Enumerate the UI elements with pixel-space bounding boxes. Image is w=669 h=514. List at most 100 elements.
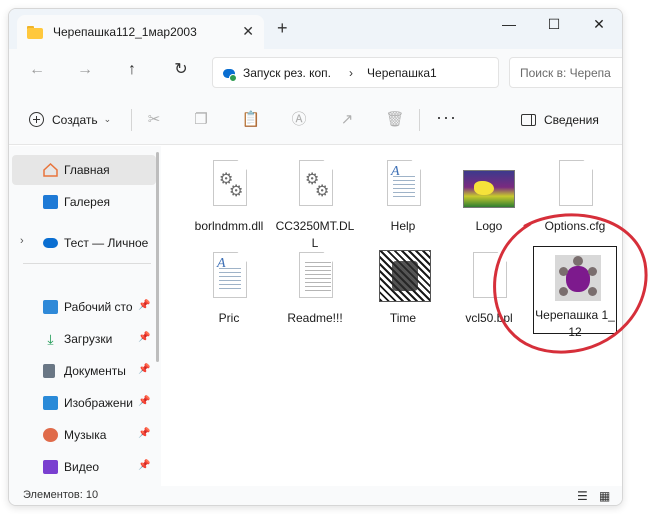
music-icon [43,428,58,442]
title-bar: Черепашка112_1мар2003 ✕ + — ☐ ✕ [9,9,622,49]
image-thumbnail-icon [459,158,519,216]
details-view-icon[interactable]: ☰ [577,489,588,503]
pin-icon: 📌 [138,332,151,343]
pin-icon: 📌 [138,364,151,375]
expand-chevron-icon[interactable]: › [20,235,24,247]
create-button[interactable]: Создать ⌄ [29,112,111,127]
command-bar: Создать ⌄ ✂ ❐ 📋 Ⓐ ↗ 🗑 ··· Сведения [9,95,622,145]
gallery-icon [43,195,58,209]
divider [131,109,132,131]
home-icon [43,162,58,177]
sidebar-item-pictures[interactable]: Изображени 📌 [12,388,156,418]
file-item[interactable]: Time [361,250,445,327]
navigation-pane: Главная Галерея › Тест — Личное Рабочий … [9,146,161,486]
sidebar-item-label: Рабочий сто [64,300,133,314]
file-name: CC3250MT.DLL [275,219,355,250]
file-name: Options.cfg [544,219,606,233]
dll-file-icon: ⚙ ⚙ [285,158,345,216]
breadcrumb-root[interactable]: Запуск рез. коп. [243,66,331,80]
sidebar-item-label: Загрузки [64,332,113,346]
tiles-view-icon[interactable]: ▦ [599,489,610,503]
address-bar[interactable]: Запуск рез. коп. › Черепашка1 [212,57,499,88]
turtle-app-icon [545,247,605,305]
status-bar: Элементов: 10 ☰ ▦ [9,486,622,505]
breadcrumb-current[interactable]: Черепашка1 [367,66,437,80]
chevron-down-icon: ⌄ [103,114,112,124]
file-name: Черепашка 1_12 [535,308,615,339]
sidebar-item-gallery[interactable]: Галерея [12,187,156,217]
file-item[interactable]: ⚙ ⚙ borlndmm.dll [187,158,271,235]
pin-icon: 📌 [138,396,151,407]
breadcrumb-separator-icon[interactable]: › [349,66,353,80]
plus-icon [29,112,44,127]
sidebar-item-home[interactable]: Главная [12,155,156,185]
text-file-icon [285,250,345,308]
file-name: Time [389,311,417,325]
sidebar-item-label: Галерея [64,195,111,209]
video-icon [43,460,58,474]
copy-icon[interactable]: ❐ [191,111,211,128]
refresh-button[interactable]: ↻ [171,61,191,79]
minimize-button[interactable]: — [494,16,524,32]
create-label: Создать [52,112,98,127]
file-name: vcl50.bpl [465,311,513,325]
back-button[interactable]: ← [27,61,47,79]
file-item[interactable]: A Pric [187,250,271,327]
file-item[interactable]: ⚙ ⚙ CC3250MT.DLL [273,158,357,252]
pin-icon: 📌 [138,300,151,311]
divider [419,109,420,131]
file-item[interactable]: Options.cfg [533,158,617,235]
share-icon[interactable]: ↗ [337,111,357,128]
details-button[interactable]: Сведения [521,113,599,127]
desktop-icon [43,300,58,314]
delete-icon[interactable]: 🗑 [385,111,405,128]
file-name: Readme!!! [287,311,343,325]
sidebar-item-label: Документы [64,364,126,378]
tab-title: Черепашка112_1мар2003 [53,25,197,39]
explorer-window: Черепашка112_1мар2003 ✕ + — ☐ ✕ ← → ↑ ↻ … [8,8,623,506]
file-item[interactable]: vcl50.bpl [447,250,531,327]
up-button[interactable]: ↑ [122,61,142,79]
close-window-button[interactable]: ✕ [584,16,614,33]
new-tab-button[interactable]: + [277,19,288,37]
paste-icon[interactable]: 📋 [241,111,261,128]
pin-icon: 📌 [138,460,151,471]
sidebar-item-onedrive[interactable]: › Тест — Личное [12,228,156,258]
more-options-button[interactable]: ··· [436,107,457,128]
documents-icon [43,364,55,378]
sidebar-item-desktop[interactable]: Рабочий сто 📌 [12,292,156,322]
file-name: Logo [475,219,503,233]
download-icon: ⤓ [47,331,54,347]
sidebar-item-documents[interactable]: Документы 📌 [12,356,156,386]
sidebar-item-label: Музыка [64,428,107,442]
maximize-button[interactable]: ☐ [539,16,569,33]
onedrive-icon [43,238,58,248]
forward-button[interactable]: → [75,61,95,79]
file-list: ⚙ ⚙ borlndmm.dll ⚙ ⚙ CC3250MT.DLL A Help [161,146,622,486]
file-item[interactable]: A Help [361,158,445,235]
sidebar-item-label: Главная [64,163,110,177]
blank-file-icon [545,158,605,216]
sidebar-scrollbar[interactable] [156,152,159,362]
folder-icon [27,25,43,39]
image-thumbnail-icon [373,250,433,308]
file-item-selected[interactable]: Черепашка 1_12 [533,246,617,339]
document-file-icon: A [199,250,259,308]
sidebar-item-downloads[interactable]: ⤓ Загрузки 📌 [12,324,156,354]
file-item[interactable]: Logo [447,158,531,235]
dll-file-icon: ⚙ ⚙ [199,158,259,216]
item-count: Элементов: 10 [23,489,99,501]
cut-icon[interactable]: ✂ [144,111,164,128]
rename-icon[interactable]: Ⓐ [289,111,309,128]
sidebar-item-label: Изображени [64,396,133,410]
tab-current-folder[interactable]: Черепашка112_1мар2003 ✕ [17,15,264,49]
sidebar-item-videos[interactable]: Видео 📌 [12,452,156,482]
sidebar-item-music[interactable]: Музыка 📌 [12,420,156,450]
pin-icon: 📌 [138,428,151,439]
search-input[interactable]: Поиск в: Черепа [509,57,622,88]
close-tab-icon[interactable]: ✕ [242,24,254,38]
pictures-icon [43,396,58,410]
file-item[interactable]: Readme!!! [273,250,357,327]
navigation-bar: ← → ↑ ↻ Запуск рез. коп. › Черепашка1 По… [9,49,622,95]
blank-file-icon [459,250,519,308]
